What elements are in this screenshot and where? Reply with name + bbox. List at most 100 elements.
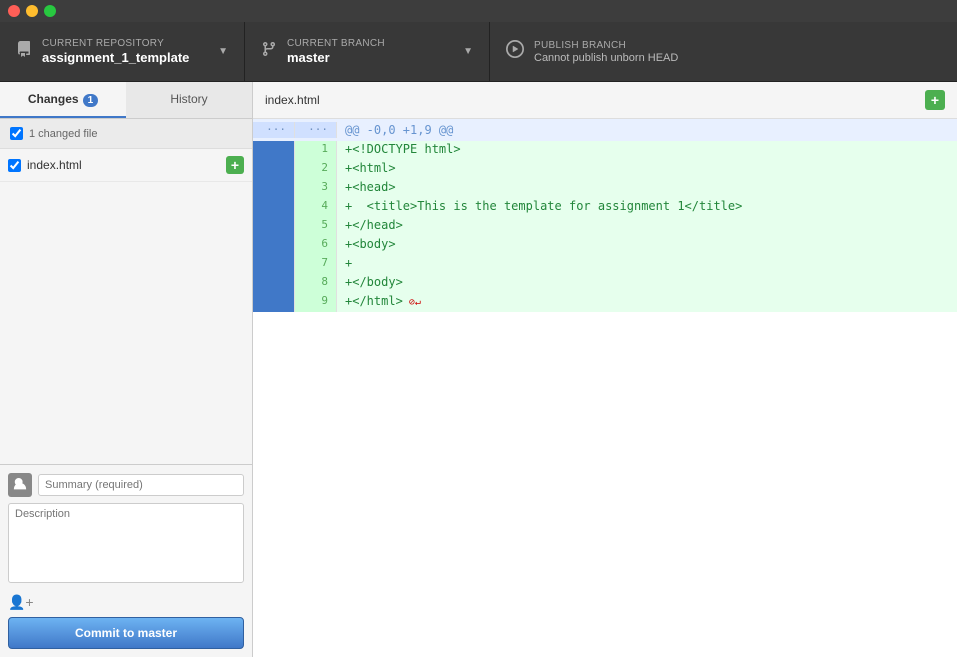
repo-chevron-icon: ▼ xyxy=(218,46,228,57)
close-button[interactable] xyxy=(8,5,20,17)
tab-changes-label: Changes xyxy=(28,92,79,106)
line-num-right: 3 xyxy=(295,179,337,198)
diff-line: 4 + <title>This is the template for assi… xyxy=(253,198,957,217)
commit-footer: 👤+ xyxy=(8,594,244,611)
hunk-line-nums: ··· ··· xyxy=(253,122,337,138)
repo-text: Current Repository assignment_1_template xyxy=(42,38,189,65)
select-all-checkbox[interactable] xyxy=(10,127,23,140)
line-num-left xyxy=(253,160,295,179)
file-name: index.html xyxy=(27,158,220,172)
diff-line: 8 +</body> xyxy=(253,274,957,293)
line-nums: 1 xyxy=(253,141,337,160)
no-newline-icon: ⊘↵ xyxy=(403,297,421,308)
commit-area: 👤+ Commit to master xyxy=(0,464,252,657)
repository-section[interactable]: Current Repository assignment_1_template… xyxy=(0,22,245,81)
minimize-button[interactable] xyxy=(26,5,38,17)
publish-subtitle: Cannot publish unborn HEAD xyxy=(534,52,678,64)
changed-files-header: 1 changed file xyxy=(0,119,252,149)
list-item[interactable]: index.html + xyxy=(0,149,252,182)
hunk-num-right: ··· xyxy=(295,122,337,138)
line-num-right: 6 xyxy=(295,236,337,255)
diff-line: 1 +<!DOCTYPE html> xyxy=(253,141,957,160)
line-num-right: 1 xyxy=(295,141,337,160)
diff-filename: index.html xyxy=(265,93,925,107)
line-num-right: 4 xyxy=(295,198,337,217)
publish-label: Publish branch xyxy=(534,40,678,51)
tabs: Changes 1 History xyxy=(0,82,252,119)
diff-header: index.html + xyxy=(253,82,957,119)
line-content: +<!DOCTYPE html> xyxy=(337,141,957,160)
commit-summary-row xyxy=(8,473,244,497)
line-nums: 9 xyxy=(253,293,337,312)
publish-text: Publish branch Cannot publish unborn HEA… xyxy=(534,40,678,64)
right-panel: index.html + ··· ··· @@ -0,0 +1,9 @@ 1 +… xyxy=(253,82,957,657)
line-num-left xyxy=(253,293,295,312)
branch-section[interactable]: Current Branch master ▼ xyxy=(245,22,490,81)
file-checkbox[interactable] xyxy=(8,159,21,172)
line-content: +</html> ⊘↵ xyxy=(337,293,957,312)
line-num-left xyxy=(253,179,295,198)
commit-button[interactable]: Commit to master xyxy=(8,617,244,649)
branch-chevron-icon: ▼ xyxy=(463,46,473,57)
diff-line: 6 +<body> xyxy=(253,236,957,255)
diff-line: 3 +<head> xyxy=(253,179,957,198)
line-nums: 4 xyxy=(253,198,337,217)
line-num-left xyxy=(253,274,295,293)
line-num-left xyxy=(253,217,295,236)
left-panel: Changes 1 History 1 changed file index.ht… xyxy=(0,82,253,657)
maximize-button[interactable] xyxy=(44,5,56,17)
line-nums: 2 xyxy=(253,160,337,179)
diff-add-button[interactable]: + xyxy=(925,90,945,110)
line-num-left xyxy=(253,141,295,160)
commit-summary-input[interactable] xyxy=(38,474,244,496)
diff-line: 2 +<html> xyxy=(253,160,957,179)
main-layout: Changes 1 History 1 changed file index.ht… xyxy=(0,82,957,657)
tab-changes[interactable]: Changes 1 xyxy=(0,82,126,118)
add-user-icon: 👤+ xyxy=(8,594,34,611)
line-content: +</head> xyxy=(337,217,957,236)
line-nums: 7 xyxy=(253,255,337,274)
line-num-right: 8 xyxy=(295,274,337,293)
hunk-header-text: @@ -0,0 +1,9 @@ xyxy=(337,122,957,138)
line-nums: 8 xyxy=(253,274,337,293)
line-nums: 5 xyxy=(253,217,337,236)
tab-changes-badge: 1 xyxy=(83,94,99,107)
line-num-right: 7 xyxy=(295,255,337,274)
line-content: + xyxy=(337,255,957,274)
line-nums: 6 xyxy=(253,236,337,255)
branch-text: Current Branch master xyxy=(287,38,385,65)
line-content: +<html> xyxy=(337,160,957,179)
publish-icon xyxy=(506,40,524,63)
line-content: + <title>This is the template for assign… xyxy=(337,198,957,217)
diff-line: 5 +</head> xyxy=(253,217,957,236)
tab-history[interactable]: History xyxy=(126,82,252,118)
repo-label: Current Repository xyxy=(42,38,189,49)
titlebar xyxy=(0,0,957,22)
tab-history-label: History xyxy=(170,92,207,106)
toolbar: Current Repository assignment_1_template… xyxy=(0,22,957,82)
line-content: +<body> xyxy=(337,236,957,255)
line-content: +</body> xyxy=(337,274,957,293)
line-num-right: 9 xyxy=(295,293,337,312)
line-num-left xyxy=(253,236,295,255)
diff-line: 7 + xyxy=(253,255,957,274)
line-num-left xyxy=(253,198,295,217)
branch-label: Current Branch xyxy=(287,38,385,49)
diff-hunk-header: ··· ··· @@ -0,0 +1,9 @@ xyxy=(253,119,957,141)
diff-line: 9 +</html> ⊘↵ xyxy=(253,293,957,312)
hunk-num-left: ··· xyxy=(253,122,295,138)
line-nums: 3 xyxy=(253,179,337,198)
branch-name: master xyxy=(287,50,385,65)
line-num-right: 2 xyxy=(295,160,337,179)
line-num-left xyxy=(253,255,295,274)
repo-icon xyxy=(16,41,32,62)
branch-icon xyxy=(261,41,277,62)
line-num-right: 5 xyxy=(295,217,337,236)
publish-section[interactable]: Publish branch Cannot publish unborn HEA… xyxy=(490,22,730,81)
file-list: index.html + xyxy=(0,149,252,464)
diff-content: ··· ··· @@ -0,0 +1,9 @@ 1 +<!DOCTYPE htm… xyxy=(253,119,957,657)
file-add-icon: + xyxy=(226,156,244,174)
commit-description-input[interactable] xyxy=(8,503,244,583)
line-content: +<head> xyxy=(337,179,957,198)
avatar xyxy=(8,473,32,497)
